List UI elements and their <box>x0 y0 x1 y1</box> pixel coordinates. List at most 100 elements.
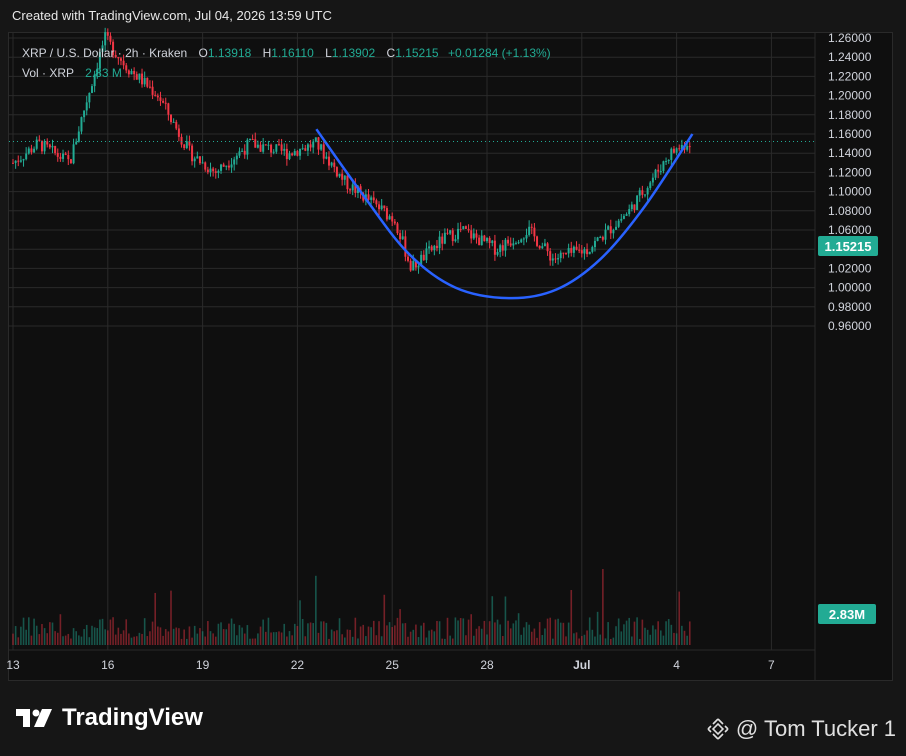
candle-body <box>341 173 344 180</box>
close-value: 1.15215 <box>395 46 439 60</box>
volume-bar <box>170 590 172 645</box>
candle-body <box>56 153 59 157</box>
volume-bar <box>507 620 509 645</box>
volume-bar <box>370 627 372 645</box>
volume-bar <box>196 633 199 645</box>
tradingview-logo-icon <box>16 709 52 727</box>
candle-body <box>628 209 631 215</box>
candle-body <box>151 86 154 95</box>
candle-body <box>80 117 83 132</box>
candle-body <box>351 184 354 191</box>
candle-body <box>335 167 338 177</box>
volume-bar <box>488 621 491 645</box>
volume-bar <box>673 632 675 645</box>
time-tick-label: 4 <box>673 658 680 672</box>
volume-bar <box>412 629 415 645</box>
candle-body <box>407 256 409 261</box>
volume-bar <box>359 626 362 645</box>
volume-bar <box>657 621 659 645</box>
volume-label: Vol · XRP <box>22 66 74 80</box>
candle-body <box>491 240 494 244</box>
candle-body <box>517 242 520 244</box>
volume-bar <box>391 627 393 645</box>
candle-body <box>127 70 130 75</box>
candle-body <box>27 148 30 154</box>
candle-body <box>654 169 657 178</box>
candle-body <box>138 73 141 80</box>
candle-body <box>48 144 51 148</box>
volume-bar <box>438 621 441 645</box>
volume-bar <box>270 632 272 645</box>
price-chart[interactable]: 1.26000 1.24000 1.22000 1.20000 1.18000 1.160… <box>0 0 906 756</box>
candle-body <box>459 228 462 230</box>
candle-body <box>501 245 504 251</box>
volume-bar <box>349 629 351 645</box>
volume-bar <box>175 627 178 645</box>
volume-bar <box>167 631 170 645</box>
candle-body <box>467 228 470 231</box>
symbol-legend: XRP / U.S. Dollar · 2h · Kraken O1.13918… <box>22 46 551 60</box>
candle-body <box>19 160 22 162</box>
volume-bar <box>180 638 183 645</box>
price-tick-label: 1.08000 <box>828 204 872 218</box>
candle-body <box>604 229 607 240</box>
volume-bar <box>109 619 112 645</box>
time-tick-label: 19 <box>196 658 210 672</box>
candle-body <box>591 247 594 252</box>
volume-bar <box>583 634 586 645</box>
volume-bar <box>557 618 559 645</box>
volume-bar <box>283 623 286 645</box>
candle-body <box>322 144 325 159</box>
volume-bar <box>380 636 383 645</box>
volume-bar <box>346 629 349 645</box>
time-tick-label: 22 <box>291 658 305 672</box>
volume-bar <box>588 617 591 645</box>
volume-bar <box>51 622 54 645</box>
volume-bar <box>272 632 275 645</box>
volume-bar <box>220 622 222 645</box>
volume-bar <box>394 625 396 645</box>
candle-body <box>109 35 112 42</box>
volume-bar <box>667 619 670 645</box>
time-tick-label: 25 <box>386 658 400 672</box>
volume-bar <box>565 636 567 645</box>
volume-bar <box>33 618 35 645</box>
candle-body <box>167 103 170 115</box>
volume-bar <box>301 618 304 645</box>
candle-body <box>264 144 267 146</box>
candle-body <box>625 214 628 216</box>
price-tick-label: 1.26000 <box>828 31 872 45</box>
candle-body <box>320 144 323 150</box>
volume-bar <box>199 628 201 645</box>
volume-bar <box>638 638 641 645</box>
candle-body <box>399 233 402 240</box>
volume-bar <box>236 635 238 645</box>
tradingview-logo[interactable]: TradingView <box>16 704 203 732</box>
candle-body <box>620 218 623 221</box>
candle-body <box>175 121 178 129</box>
volume-bar <box>625 620 628 645</box>
volume-bar <box>193 625 196 645</box>
candle-body <box>570 248 573 253</box>
volume-bar <box>660 630 662 645</box>
volume-bar <box>631 636 633 645</box>
high-value: 1.16110 <box>271 46 314 60</box>
volume-bar <box>365 636 367 645</box>
candle-body <box>43 141 46 152</box>
candle-body <box>667 159 670 162</box>
candle-body <box>443 232 446 244</box>
candle-body <box>51 145 54 148</box>
candle-body <box>317 137 320 150</box>
volume-bar <box>186 638 188 645</box>
volume-bar <box>441 638 444 645</box>
candlesticks <box>12 27 691 274</box>
volume-bar <box>336 630 338 645</box>
volume-bar <box>62 636 64 645</box>
volume-bar <box>636 617 638 645</box>
candle-body <box>533 227 536 237</box>
volume-bar <box>386 625 388 645</box>
candle-body <box>596 237 599 241</box>
volume-bar <box>59 614 62 645</box>
candle-body <box>33 148 36 153</box>
candle-body <box>183 144 186 149</box>
